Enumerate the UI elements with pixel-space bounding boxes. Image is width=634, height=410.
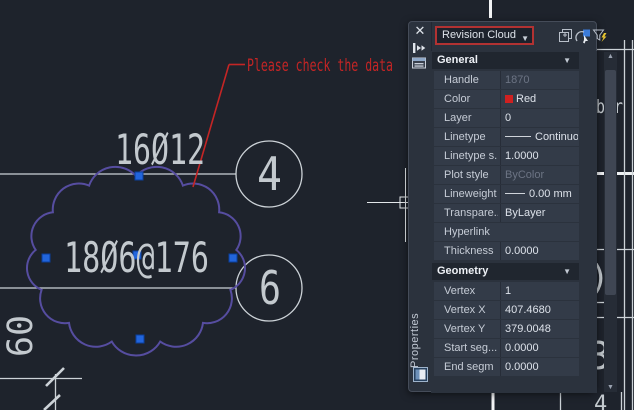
property-value[interactable]: 0.00 mm [500,185,578,203]
linetype-sample [505,193,525,194]
property-label: Vertex Y [444,320,498,338]
crosshair-cursor [367,168,413,242]
chevron-down-icon: ▼ [563,52,571,69]
property-label: Transpare... [444,204,498,222]
property-row: Thickness0.0000 [434,242,579,260]
property-value[interactable]: 407.4680 [500,301,578,319]
properties-palette: ✕ Properties [408,21,597,392]
properties-palette-icon [413,367,428,382]
property-label: Lineweight [444,185,498,203]
property-value[interactable]: Continuous [500,128,578,146]
property-row: ColorRed [434,90,579,108]
palette-menu-icon[interactable] [412,57,428,71]
linetype-sample [505,136,531,137]
scrollbar-thumb[interactable] [605,70,616,295]
scrollbar[interactable]: ▲ ▼ [604,52,617,392]
object-type-value: Revision Cloud [442,29,516,41]
property-row: Vertex Y379.0048 [434,320,579,338]
property-label: Start seg... [444,339,498,357]
property-row: LinetypeContinuous [434,128,579,146]
property-value[interactable]: 0.0000 [500,242,578,260]
section-header-general[interactable]: General▼ [432,52,579,69]
property-row: Vertex X407.4680 [434,301,579,319]
table-glyph-fragment: 4 [594,392,607,410]
property-value[interactable]: 379.0048 [500,320,578,338]
property-label: Vertex X [444,301,498,319]
property-label: Thickness [444,242,498,260]
auto-hide-icon[interactable] [412,42,428,56]
property-value[interactable]: ByLayer [500,204,578,222]
property-row: Layer0 [434,109,579,127]
property-row: Linetype s...1.0000 [434,147,579,165]
property-value[interactable]: 0.0000 [500,358,578,376]
property-value[interactable]: 0.0000 [500,339,578,357]
scroll-up-icon: ▲ [604,53,617,60]
property-row: End segm0.0000 [434,358,579,376]
property-label: Plot style [444,166,498,184]
property-label: Color [444,90,498,108]
select-objects-icon[interactable] [575,28,591,44]
grip [136,335,144,343]
grip [229,254,237,262]
scroll-down-icon: ▼ [604,384,617,391]
annotation-text[interactable]: Please check the data [247,56,393,76]
rebar-label-top: 16Ø12 [115,125,205,174]
palette-content: ▲ ▼ General▼Handle1870ColorRedLayer0Line… [431,51,597,393]
section-header-geometry[interactable]: Geometry▼ [432,263,579,280]
property-label: Handle [444,71,498,89]
pickadd-toggle-icon[interactable] [558,28,574,44]
property-label: End segm [444,358,498,376]
property-row: Plot styleByColor [434,166,579,184]
property-value[interactable]: 1 [500,282,578,300]
property-value[interactable]: 0 [500,109,578,127]
property-row: Hyperlink [434,223,579,241]
palette-dock-strip: ✕ Properties [409,22,432,391]
property-label: Linetype s... [444,147,498,165]
palette-titlebar: Revision Cloud ▼ [431,22,597,51]
property-row: Lineweight0.00 mm [434,185,579,203]
cad-application-window: Please check the data 16Ø12 18Ø6@176 4 6… [0,0,634,410]
property-row: Start seg...0.0000 [434,339,579,357]
color-swatch [505,95,513,103]
property-label: Linetype [444,128,498,146]
chevron-down-icon: ▼ [521,31,529,46]
object-type-dropdown[interactable]: Revision Cloud ▼ [435,26,534,45]
property-value[interactable]: Red [500,90,578,108]
quick-select-icon[interactable] [592,28,608,44]
rebar-label-cloud: 18Ø6@176 [64,233,209,282]
chevron-down-icon: ▼ [563,263,571,280]
balloon-number-top: 4 [257,147,282,201]
property-row: Vertex1 [434,282,579,300]
balloon-number-bottom: 6 [259,261,281,315]
dimension-tick [44,395,60,410]
property-value[interactable]: 1.0000 [500,147,578,165]
close-icon[interactable]: ✕ [412,24,428,38]
property-value[interactable]: 1870 [500,71,578,89]
property-value[interactable]: ByColor [500,166,578,184]
properties-tab-label[interactable]: Properties [409,292,425,368]
dimension-text-60: 60 [1,315,41,357]
property-row: Handle1870 [434,71,579,89]
property-row: Transpare...ByLayer [434,204,579,222]
property-label: Vertex [444,282,498,300]
property-label: Hyperlink [444,223,498,241]
grip [42,254,50,262]
property-label: Layer [444,109,498,127]
